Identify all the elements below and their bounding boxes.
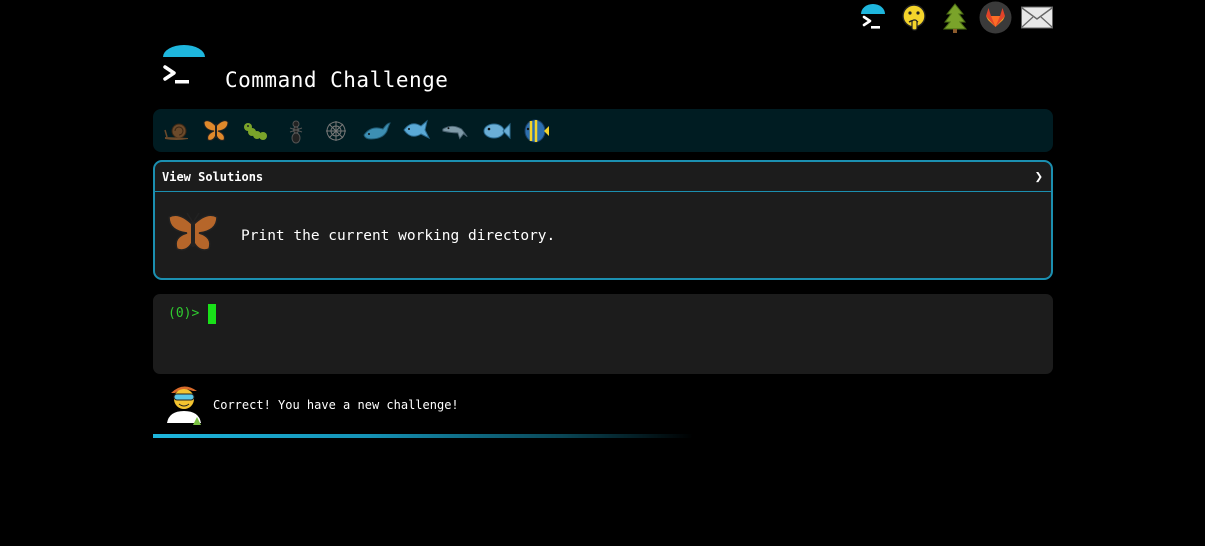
ant-icon[interactable] <box>281 116 311 146</box>
shark-icon[interactable] <box>401 116 431 146</box>
view-solutions-toggle[interactable]: View Solutions ❯ <box>155 162 1051 192</box>
spider-web-icon[interactable] <box>321 116 351 146</box>
butterfly-icon <box>165 209 221 261</box>
terminal-input[interactable]: (0)> <box>153 294 1053 374</box>
gitlab-icon[interactable] <box>978 0 1013 35</box>
scientist-avatar-icon <box>163 381 205 429</box>
challenge-panel: View Solutions ❯ Print the current worki… <box>153 160 1053 280</box>
tree-icon[interactable] <box>937 0 972 35</box>
page-title: Command Challenge <box>225 68 449 92</box>
chevron-right-icon: ❯ <box>1034 168 1043 185</box>
logo-icon[interactable] <box>153 44 209 100</box>
tropical-fish-icon[interactable] <box>521 116 551 146</box>
status-text: Correct! You have a new challenge! <box>213 398 459 412</box>
face-icon[interactable] <box>896 0 931 35</box>
progress-bar <box>153 434 693 438</box>
dolphin-icon[interactable] <box>441 116 471 146</box>
status-message: Correct! You have a new challenge! <box>163 381 459 429</box>
caterpillar-icon[interactable] <box>241 116 271 146</box>
terminal-cursor <box>208 304 216 324</box>
challenge-body: Print the current working directory. <box>155 192 1051 278</box>
terminal-icon[interactable] <box>855 0 890 35</box>
terminal-prompt: (0)> <box>168 306 200 321</box>
challenge-task: Print the current working directory. <box>241 228 556 244</box>
level-bar <box>153 109 1053 152</box>
view-solutions-label: View Solutions <box>162 169 264 184</box>
top-nav <box>855 0 1054 35</box>
whale-icon[interactable] <box>361 116 391 146</box>
butterfly-icon[interactable] <box>201 116 231 146</box>
snail-icon[interactable] <box>161 116 191 146</box>
fish-icon[interactable] <box>481 116 511 146</box>
mail-icon[interactable] <box>1019 0 1054 35</box>
header: Command Challenge <box>153 44 448 100</box>
